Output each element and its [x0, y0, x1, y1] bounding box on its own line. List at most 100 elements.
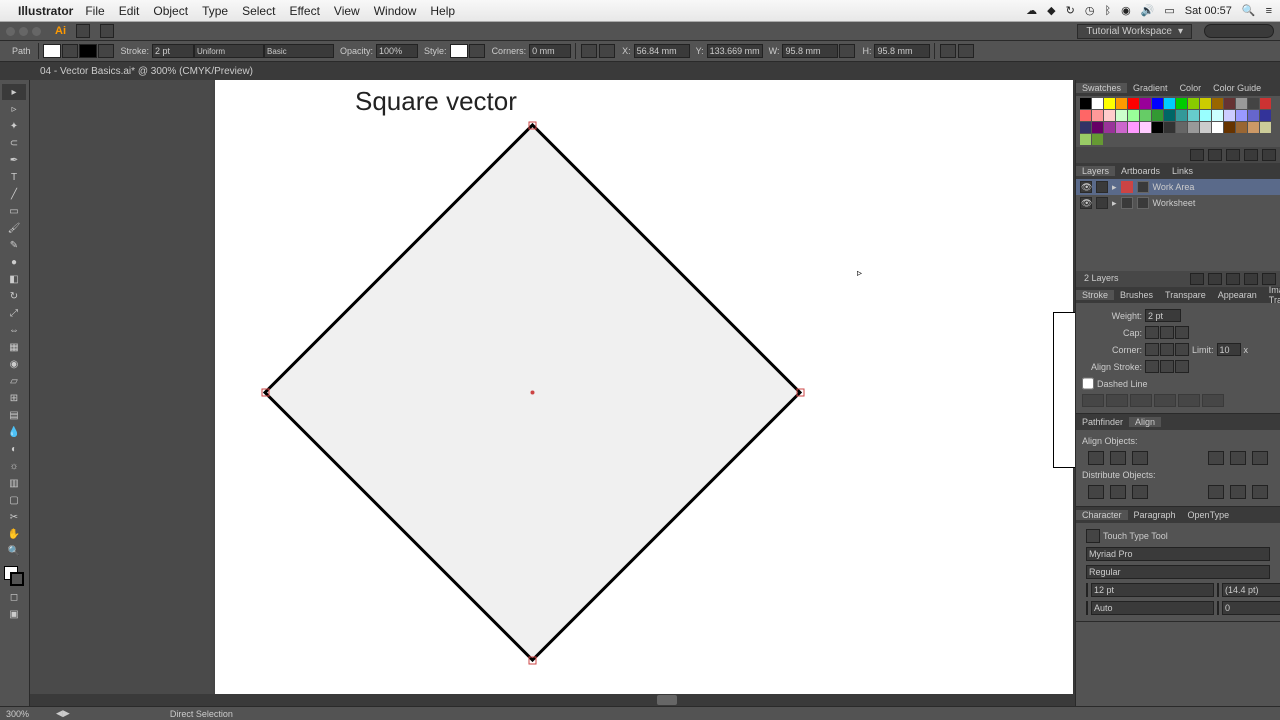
- menu-icon[interactable]: ≡: [1266, 5, 1272, 17]
- tab-links[interactable]: Links: [1166, 166, 1199, 176]
- new-layer-icon[interactable]: [1244, 273, 1258, 285]
- swatch[interactable]: [1224, 98, 1235, 109]
- tracking-input[interactable]: [1222, 601, 1280, 615]
- h-input[interactable]: [874, 44, 930, 58]
- dist-bottom-icon[interactable]: [1132, 485, 1148, 499]
- swatch[interactable]: [1092, 110, 1103, 121]
- dash-input[interactable]: [1178, 394, 1200, 407]
- tab-pathfinder[interactable]: Pathfinder: [1076, 417, 1129, 427]
- layer-name[interactable]: Work Area: [1153, 182, 1195, 192]
- layer-expand-icon[interactable]: ▸: [1112, 198, 1117, 209]
- tab-align[interactable]: Align: [1129, 417, 1161, 427]
- swatch[interactable]: [1212, 110, 1223, 121]
- artboard[interactable]: Square vector ▹: [215, 80, 1073, 706]
- tab-transparency[interactable]: Transpare: [1159, 290, 1212, 300]
- align-bottom-icon[interactable]: [1252, 451, 1268, 465]
- opacity-input[interactable]: [376, 44, 418, 58]
- menu-window[interactable]: Window: [374, 4, 417, 18]
- layer-row[interactable]: 👁 ▸ Work Area: [1076, 179, 1280, 195]
- tab-color[interactable]: Color: [1174, 83, 1208, 93]
- swatch-opts-icon[interactable]: [1208, 149, 1222, 161]
- tab-opentype[interactable]: OpenType: [1182, 510, 1236, 520]
- menu-object[interactable]: Object: [153, 4, 188, 18]
- swatch-group-icon[interactable]: [1226, 149, 1240, 161]
- swatch[interactable]: [1164, 122, 1175, 133]
- horizontal-scrollbar[interactable]: [30, 694, 1075, 706]
- tab-color-guide[interactable]: Color Guide: [1207, 83, 1267, 93]
- touch-type-icon[interactable]: [1086, 529, 1100, 543]
- tab-appearance[interactable]: Appearan: [1212, 290, 1263, 300]
- tab-paragraph[interactable]: Paragraph: [1128, 510, 1182, 520]
- tab-image-trace[interactable]: Image Tra: [1263, 285, 1280, 305]
- spotlight-icon[interactable]: 🔍: [1242, 4, 1256, 17]
- menu-edit[interactable]: Edit: [119, 4, 140, 18]
- fill-menu-icon[interactable]: [62, 44, 78, 58]
- align-vcenter-icon[interactable]: [1230, 451, 1246, 465]
- workspace-switcher[interactable]: Tutorial Workspace ▾: [1077, 24, 1192, 39]
- pen-tool[interactable]: ✒: [2, 152, 26, 168]
- leading-input[interactable]: [1222, 583, 1280, 597]
- side-rectangle[interactable]: [1053, 312, 1075, 468]
- menu-view[interactable]: View: [334, 4, 360, 18]
- font-size-input[interactable]: [1091, 583, 1214, 597]
- tab-layers[interactable]: Layers: [1076, 166, 1115, 176]
- swatch[interactable]: [1080, 134, 1091, 145]
- align-top-icon[interactable]: [1208, 451, 1224, 465]
- limit-input[interactable]: [1217, 343, 1241, 356]
- swatch[interactable]: [1080, 98, 1091, 109]
- eyedropper-tool[interactable]: 💧: [2, 424, 26, 440]
- search-input[interactable]: [1204, 24, 1274, 38]
- diamond-shape[interactable]: [260, 120, 805, 665]
- swatch[interactable]: [1200, 122, 1211, 133]
- paintbrush-tool[interactable]: 🖌: [2, 220, 26, 236]
- swatch-lib-icon[interactable]: [1190, 149, 1204, 161]
- swatch[interactable]: [1176, 110, 1187, 121]
- swatch[interactable]: [1236, 110, 1247, 121]
- swatch[interactable]: [1128, 98, 1139, 109]
- width-tool[interactable]: ⇔: [2, 322, 26, 338]
- eraser-tool[interactable]: ◧: [2, 271, 26, 287]
- document-tab[interactable]: 04 - Vector Basics.ai* @ 300% (CMYK/Prev…: [0, 62, 1280, 80]
- blob-brush-tool[interactable]: ●: [2, 254, 26, 270]
- dropbox-icon[interactable]: ◆: [1047, 4, 1055, 17]
- swatch[interactable]: [1260, 110, 1271, 121]
- swatch[interactable]: [1224, 122, 1235, 133]
- swatch[interactable]: [1212, 98, 1223, 109]
- mesh-tool[interactable]: ⊞: [2, 390, 26, 406]
- bridge-button[interactable]: [76, 24, 90, 38]
- brush-dropdown[interactable]: Basic: [264, 44, 334, 58]
- stroke-menu-icon[interactable]: [98, 44, 114, 58]
- type-tool[interactable]: T: [2, 169, 26, 185]
- hand-tool[interactable]: ✋: [2, 526, 26, 542]
- blend-tool[interactable]: ◐: [2, 441, 26, 457]
- gap-input[interactable]: [1202, 394, 1224, 407]
- swatch[interactable]: [1176, 98, 1187, 109]
- align-left-icon[interactable]: [1088, 451, 1104, 465]
- weight-input[interactable]: [1145, 309, 1181, 322]
- swatch[interactable]: [1164, 110, 1175, 121]
- layer-row[interactable]: 👁 ▸ Worksheet: [1076, 195, 1280, 211]
- font-style-input[interactable]: [1086, 565, 1270, 579]
- delete-layer-icon[interactable]: [1262, 273, 1276, 285]
- nav-prev-icon[interactable]: ◀: [56, 708, 63, 719]
- dist-top-icon[interactable]: [1088, 485, 1104, 499]
- fill-stroke-swatch[interactable]: [2, 564, 26, 588]
- edit-button[interactable]: [958, 44, 974, 58]
- rotate-tool[interactable]: ↻: [2, 288, 26, 304]
- swatch[interactable]: [1152, 110, 1163, 121]
- fill-swatch[interactable]: [43, 44, 61, 58]
- y-input[interactable]: [707, 44, 763, 58]
- menu-help[interactable]: Help: [430, 4, 455, 18]
- lasso-tool[interactable]: ⊂: [2, 135, 26, 151]
- swatch[interactable]: [1152, 122, 1163, 133]
- swatch[interactable]: [1104, 122, 1115, 133]
- graph-tool[interactable]: ▥: [2, 475, 26, 491]
- zoom-tool[interactable]: 🔍: [2, 543, 26, 559]
- selection-tool[interactable]: ▸: [2, 84, 26, 100]
- isolate-button[interactable]: [940, 44, 956, 58]
- constrain-icon[interactable]: [839, 44, 855, 58]
- nav-next-icon[interactable]: ▶: [63, 708, 70, 719]
- gap-input[interactable]: [1106, 394, 1128, 407]
- swatch[interactable]: [1080, 110, 1091, 121]
- swatch[interactable]: [1140, 122, 1151, 133]
